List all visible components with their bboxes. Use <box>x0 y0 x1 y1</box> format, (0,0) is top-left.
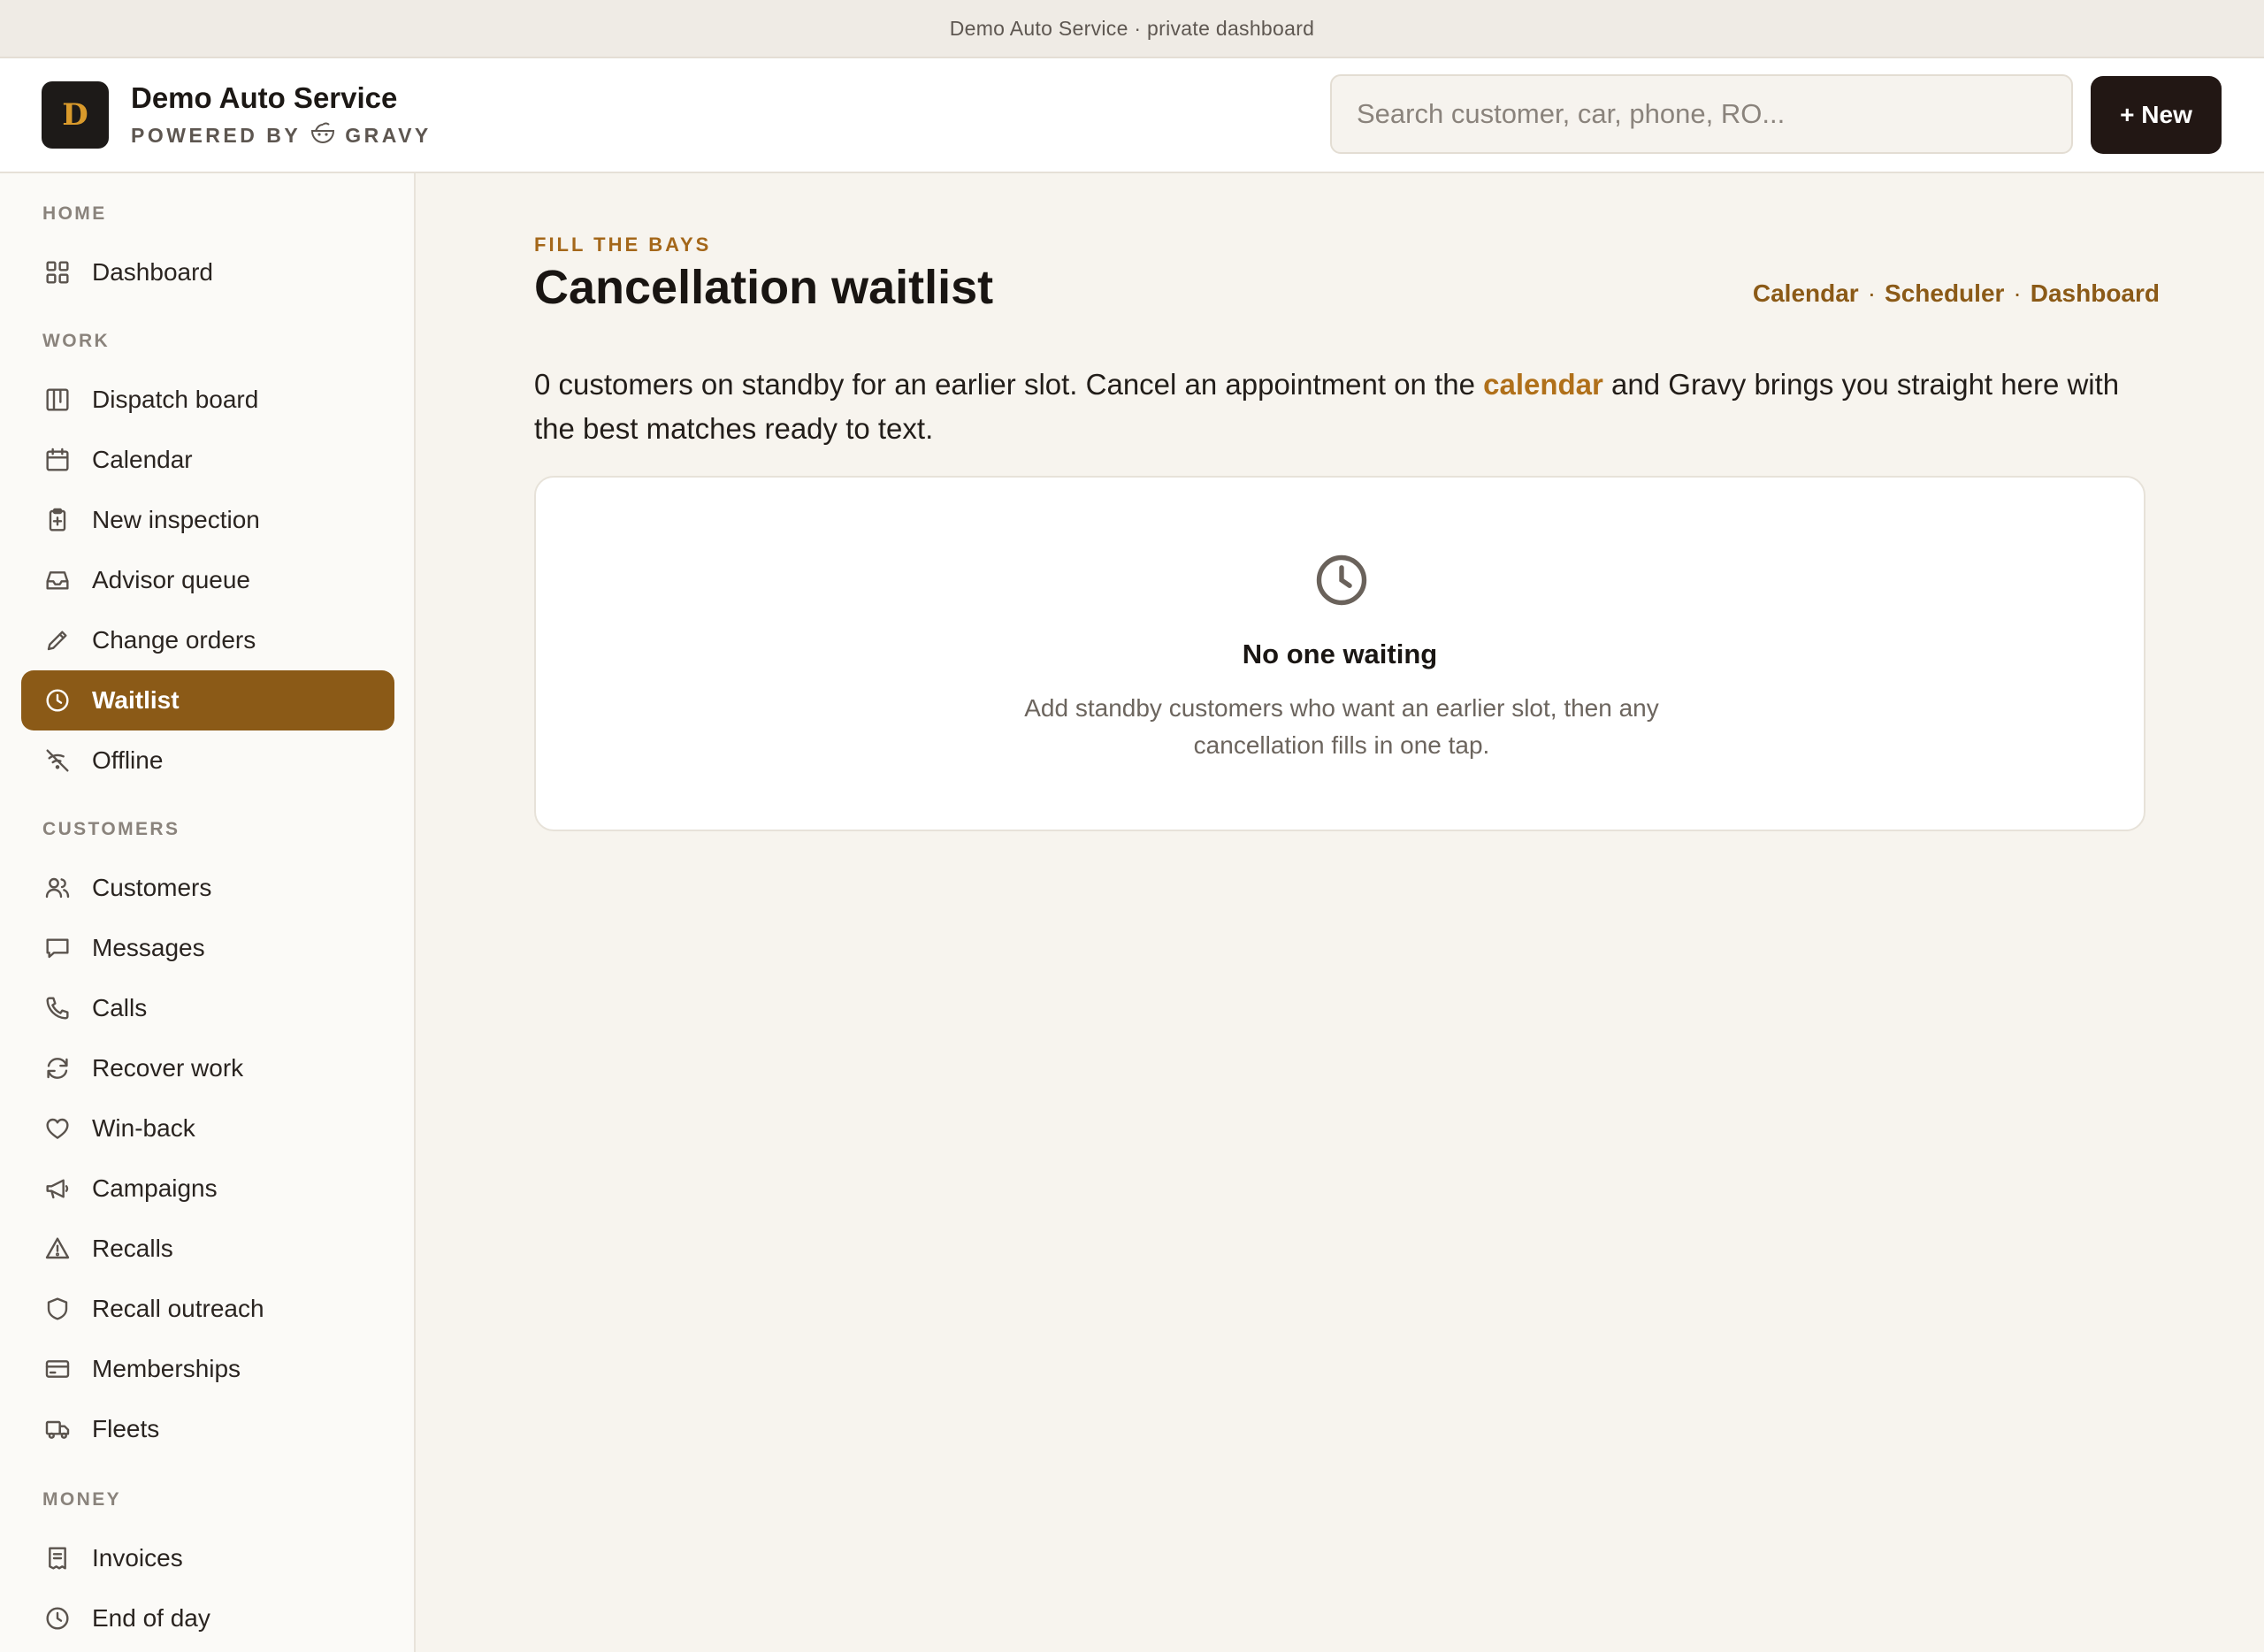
clock-icon <box>1312 550 1372 610</box>
sidebar-item-label: Messages <box>92 934 205 961</box>
sidebar-item-calls[interactable]: Calls <box>21 978 394 1038</box>
sidebar-item-recall-outreach[interactable]: Recall outreach <box>21 1279 394 1339</box>
powered-by-label: POWERED BY <box>131 123 302 147</box>
empty-state-description: Add standby customers who want an earlie… <box>1024 694 1659 759</box>
sidebar-item-label: Memberships <box>92 1355 241 1382</box>
megaphone-icon <box>42 1174 73 1204</box>
calendar-icon <box>42 445 73 475</box>
logo-letter: D <box>62 97 88 133</box>
phone-icon <box>42 993 73 1023</box>
message-icon <box>42 933 73 963</box>
sidebar-item-label: Fleets <box>92 1415 160 1442</box>
shop-name: Demo Auto Service <box>131 81 398 114</box>
refresh-icon <box>42 1053 73 1083</box>
link-separator: · <box>2013 279 2022 307</box>
kanban-icon <box>42 385 73 415</box>
section-home: HOME <box>42 203 107 224</box>
sidebar-item-recover-work[interactable]: Recover work <box>21 1038 394 1098</box>
section-work: WORK <box>42 331 111 351</box>
sidebar-item-waitlist[interactable]: Waitlist <box>21 670 394 730</box>
empty-state-card: No one waiting Add standby customers who… <box>534 476 2145 831</box>
sidebar-item-label: Dashboard <box>92 258 213 286</box>
sidebar-item-calendar[interactable]: Calendar <box>21 430 394 490</box>
sidebar-item-recalls[interactable]: Recalls <box>21 1219 394 1279</box>
sidebar-item-customers[interactable]: Customers <box>21 858 394 918</box>
sidebar-item-label: Advisor queue <box>92 566 251 593</box>
clock-icon <box>42 1603 73 1633</box>
intro-calendar-link[interactable]: calendar <box>1483 368 1603 401</box>
sidebar-item-label: Win-back <box>92 1114 195 1142</box>
sidebar-item-messages[interactable]: Messages <box>21 918 394 978</box>
sidebar-item-label: Recalls <box>92 1235 173 1262</box>
sidebar-item-win-back[interactable]: Win-back <box>21 1098 394 1159</box>
sidebar-item-label: Recover work <box>92 1054 244 1082</box>
link-separator: · <box>1867 279 1877 307</box>
page-eyebrow: FILL THE BAYS <box>534 233 712 256</box>
page-title: Cancellation waitlist <box>534 261 994 314</box>
sidebar-item-label: Recall outreach <box>92 1295 264 1322</box>
pencil-icon <box>42 625 73 655</box>
sidebar-item-advisor-queue[interactable]: Advisor queue <box>21 550 394 610</box>
sidebar-item-label: Customers <box>92 874 212 901</box>
sidebar-item-label: Invoices <box>92 1544 183 1572</box>
sidebar-item-change-orders[interactable]: Change orders <box>21 610 394 670</box>
heart-icon <box>42 1113 73 1143</box>
sidebar-item-offline[interactable]: Offline <box>21 730 394 791</box>
warning-icon <box>42 1234 73 1264</box>
clock-icon <box>42 685 73 715</box>
gravy-logo-icon <box>310 120 336 150</box>
clipboard-plus-icon <box>42 505 73 535</box>
link-calendar[interactable]: Calendar <box>1753 279 1859 308</box>
wifi-off-icon <box>42 746 73 776</box>
new-button[interactable]: + New <box>2091 76 2222 154</box>
sidebar-item-label: Campaigns <box>92 1174 218 1202</box>
app-header: D Demo Auto Service POWERED BY GRAVY + N… <box>0 58 2264 173</box>
sidebar: HOME Dashboard WORK Dispatch board Calen… <box>0 173 416 1652</box>
receipt-icon <box>42 1543 73 1573</box>
sidebar-item-fleets[interactable]: Fleets <box>21 1399 394 1459</box>
sidebar-item-label: Waitlist <box>92 686 180 714</box>
grid-icon <box>42 257 73 287</box>
sidebar-item-new-inspection[interactable]: New inspection <box>21 490 394 550</box>
sidebar-item-label: Offline <box>92 746 164 774</box>
link-scheduler[interactable]: Scheduler <box>1885 279 2004 308</box>
sidebar-item-invoices[interactable]: Invoices <box>21 1528 394 1588</box>
users-icon <box>42 873 73 903</box>
empty-state-title: No one waiting <box>1242 639 1438 669</box>
page-intro: 0 customers on standby for an earlier sl… <box>534 363 2153 451</box>
search-input[interactable] <box>1330 74 2073 154</box>
sidebar-item-dashboard[interactable]: Dashboard <box>21 242 394 302</box>
intro-text-before: 0 customers on standby for an earlier sl… <box>534 368 1484 401</box>
sidebar-item-end-of-day[interactable]: End of day <box>21 1588 394 1648</box>
sidebar-item-dispatch-board[interactable]: Dispatch board <box>21 370 394 430</box>
sidebar-item-label: Calendar <box>92 446 193 473</box>
powered-by-brand: GRAVY <box>345 123 432 147</box>
sidebar-item-memberships[interactable]: Memberships <box>21 1339 394 1399</box>
card-icon <box>42 1354 73 1384</box>
sidebar-item-label: Dispatch board <box>92 386 259 413</box>
related-links: Calendar · Scheduler · Dashboard <box>1753 279 2160 308</box>
sidebar-item-campaigns[interactable]: Campaigns <box>21 1159 394 1219</box>
sidebar-item-label: New inspection <box>92 506 260 533</box>
section-money: MONEY <box>42 1489 122 1510</box>
section-customers: CUSTOMERS <box>42 819 180 839</box>
truck-icon <box>42 1414 73 1444</box>
window-title-bar: Demo Auto Service · private dashboard <box>0 0 2264 58</box>
powered-by: POWERED BY GRAVY <box>131 120 432 150</box>
sidebar-item-label: Change orders <box>92 626 256 654</box>
inbox-icon <box>42 565 73 595</box>
shield-icon <box>42 1294 73 1324</box>
sidebar-item-label: Calls <box>92 994 148 1021</box>
sidebar-item-label: End of day <box>92 1604 210 1632</box>
main-content: FILL THE BAYS Cancellation waitlist Cale… <box>417 173 2264 1652</box>
link-dashboard[interactable]: Dashboard <box>2031 279 2160 308</box>
shop-logo[interactable]: D <box>42 81 109 149</box>
window-title: Demo Auto Service · private dashboard <box>949 16 1315 40</box>
